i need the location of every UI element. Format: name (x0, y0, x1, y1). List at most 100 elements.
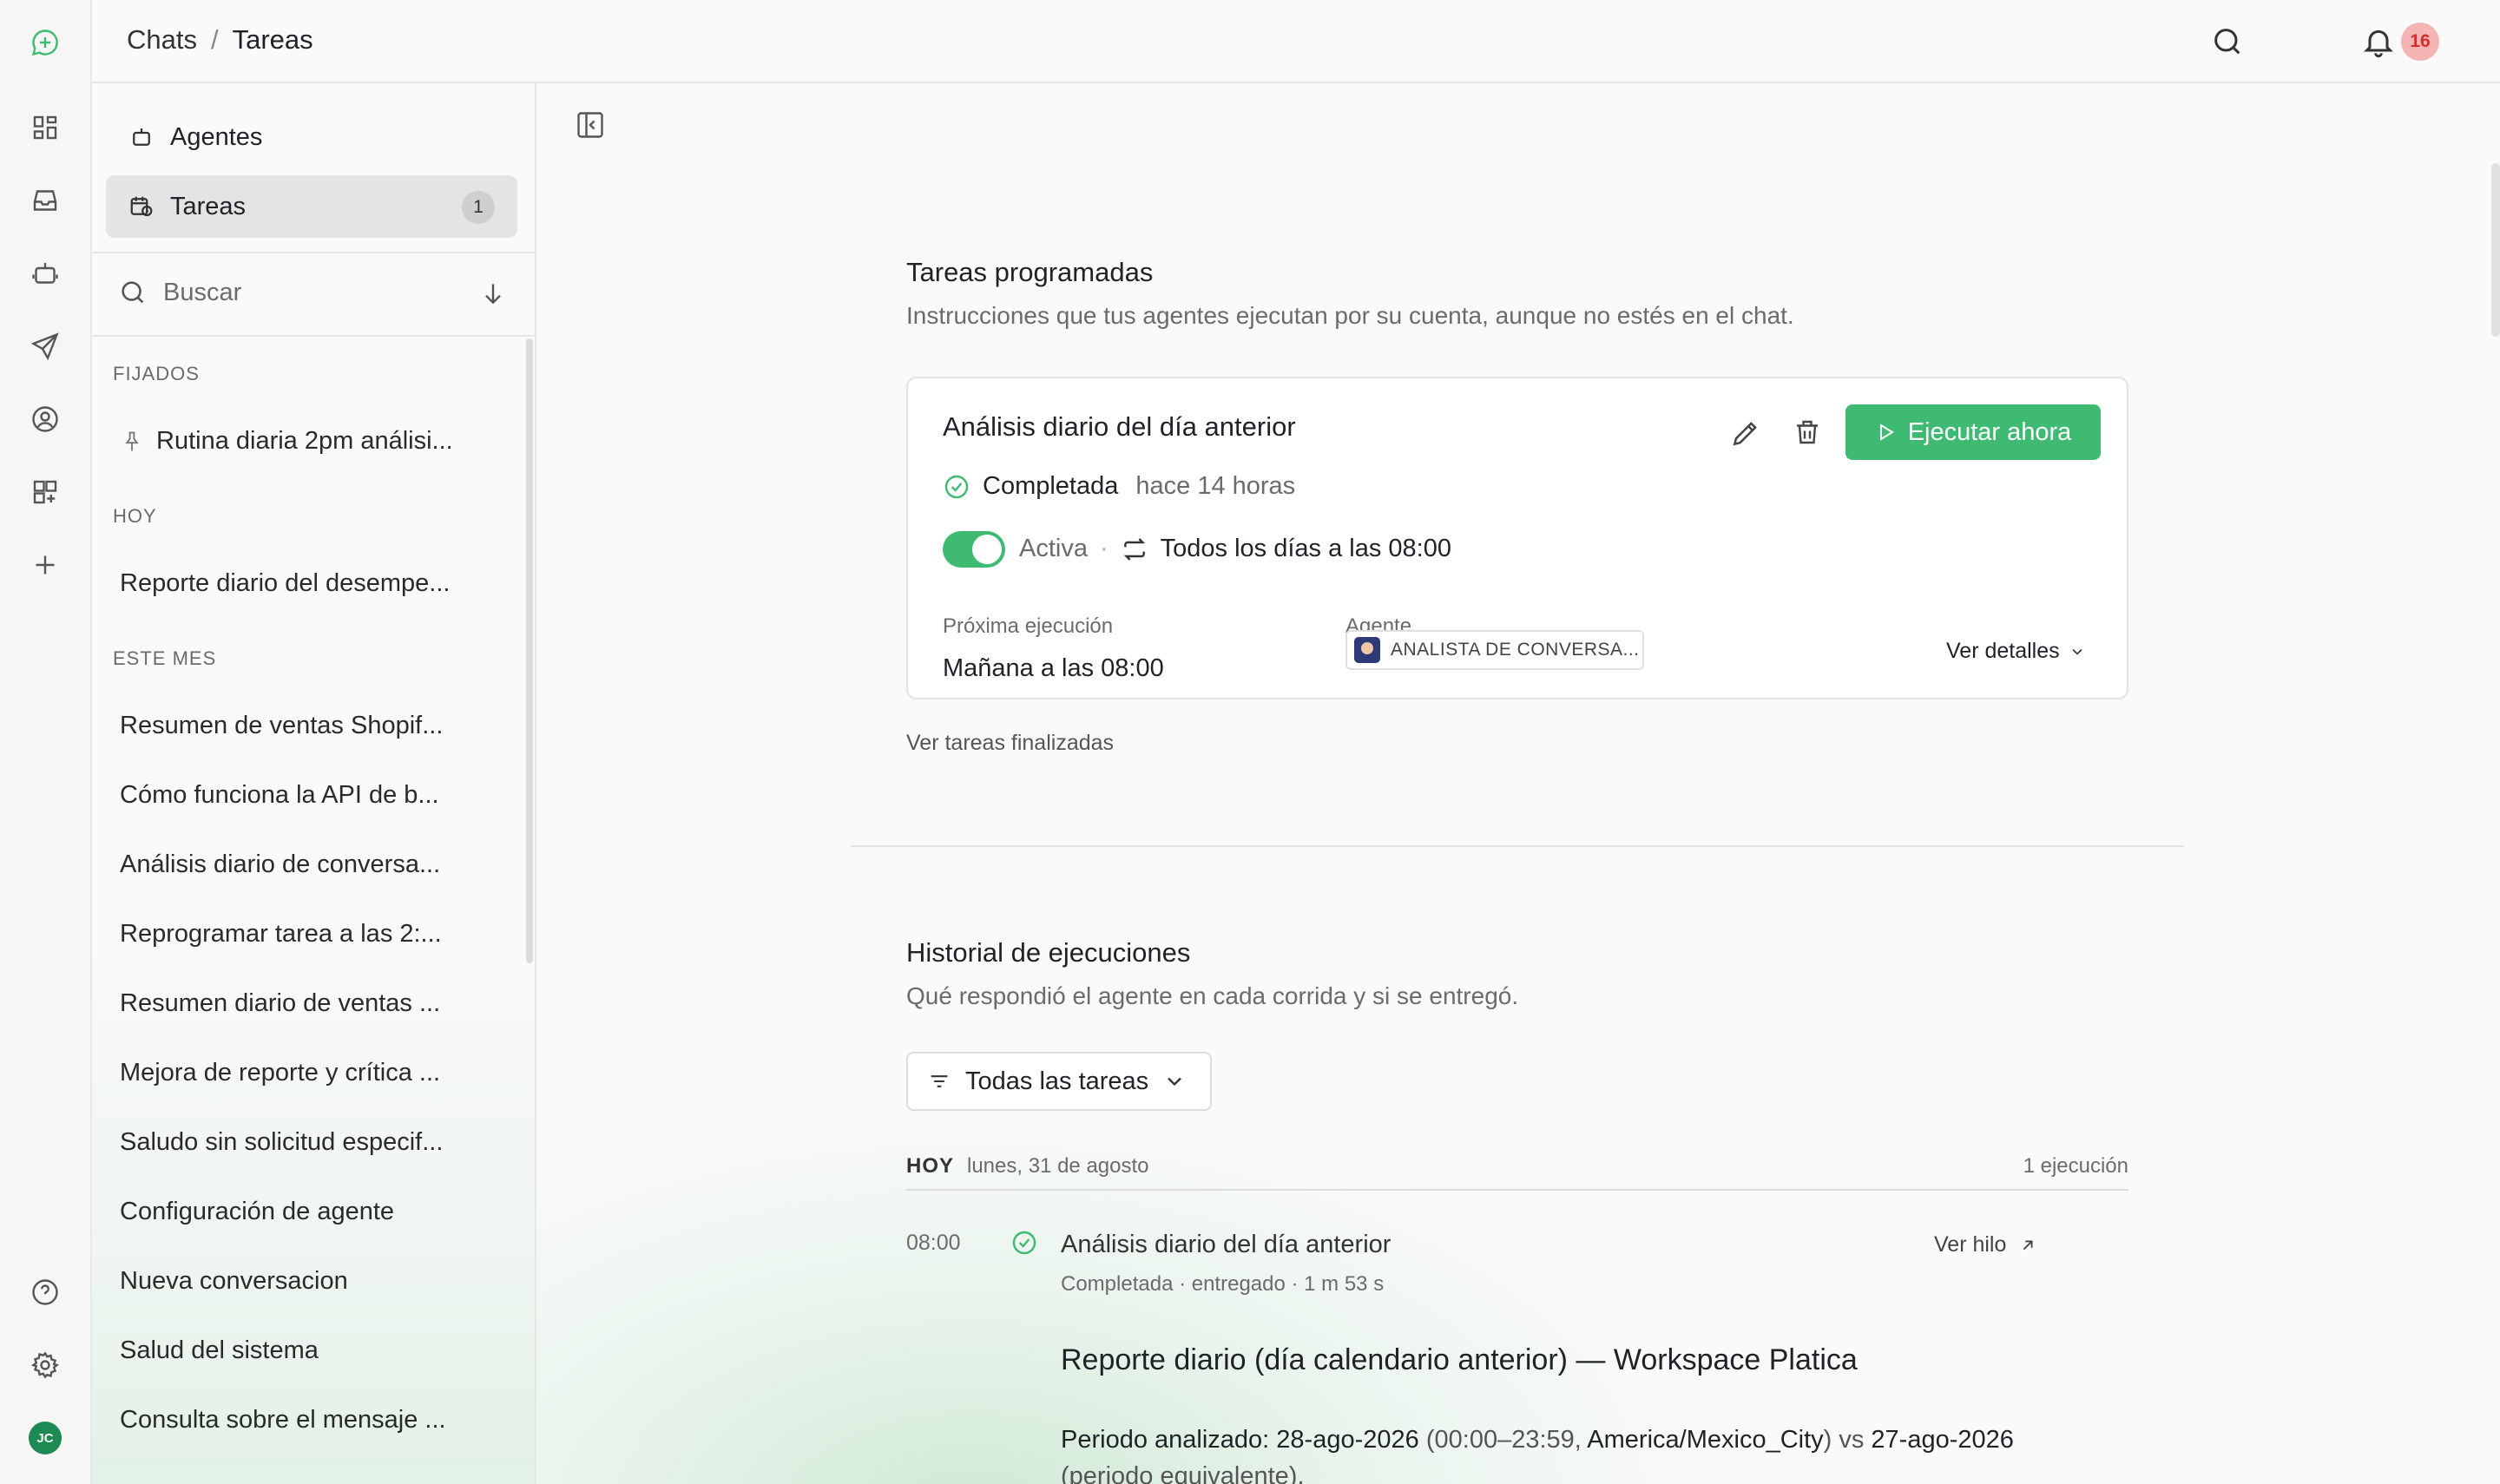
scheduled-title: Tareas programadas (906, 257, 1154, 287)
section-label-pinned: FIJADOS (113, 363, 200, 384)
active-toggle[interactable] (943, 531, 1005, 568)
task-title: Análisis diario del día anterior (943, 411, 1296, 442)
check-circle-icon (944, 475, 969, 498)
finished-tasks-link[interactable]: Ver tareas finalizadas (906, 731, 1114, 756)
search-icon[interactable] (2210, 24, 2245, 59)
run-meta: Completada · entregado · 1 m 53 s (1061, 1272, 1385, 1296)
period-date: 28-ago-2026 (1276, 1426, 1419, 1454)
sidebar-item-agentes[interactable]: Agentes (106, 106, 517, 168)
status-time: hace 14 horas (1135, 472, 1296, 500)
agent-chip[interactable]: ANALISTA DE CONVERSA... (1345, 630, 1644, 670)
sidebar-item-label: Tareas (170, 192, 247, 220)
chat-item[interactable]: Rutina diaria 2pm análisi... (120, 427, 453, 456)
bell-icon[interactable] (2361, 24, 2396, 59)
chat-item[interactable]: Resumen de ventas Shopif... (120, 712, 443, 740)
play-icon (1879, 424, 1894, 441)
contact-icon[interactable] (27, 401, 63, 437)
breadcrumb: Chats / Tareas (127, 24, 313, 56)
sidebar-item-label: Agentes (170, 122, 263, 151)
view-thread-label: Ver hilo (1934, 1232, 2007, 1257)
run-time: 08:00 (906, 1231, 961, 1255)
period-label: Periodo analizado: (1061, 1426, 1270, 1454)
section-label-today: HOY (113, 505, 157, 527)
breadcrumb-chats[interactable]: Chats (127, 24, 197, 56)
day-date: lunes, 31 de agosto (967, 1154, 1149, 1178)
main-scrollbar[interactable] (2491, 163, 2500, 337)
day-tag: HOY (906, 1154, 955, 1178)
history-title: Historial de ejecuciones (906, 937, 1191, 968)
search-icon (122, 281, 144, 304)
top-header: Chats / Tareas (92, 0, 2500, 83)
tareas-count-badge: 1 (462, 191, 495, 224)
settings-icon[interactable] (27, 1347, 63, 1383)
chat-item[interactable]: Reprogramar tarea a las 2:... (120, 920, 442, 949)
chat-item[interactable]: Saludo sin solicitud especif... (120, 1128, 443, 1157)
task-card: Análisis diario del día anterior Ejecuta… (906, 377, 2128, 699)
period-range: (00:00–23:59, (1425, 1426, 1582, 1454)
sidebar-item-tareas[interactable]: Tareas 1 (106, 175, 517, 238)
apps-add-icon[interactable] (27, 474, 63, 510)
section-label-month: ESTE MES (113, 647, 217, 669)
chat-item[interactable]: Cómo funciona la API de b... (120, 781, 439, 810)
logo-chat-icon[interactable] (27, 24, 63, 61)
breadcrumb-separator: / (210, 24, 219, 55)
chat-search-input[interactable]: Buscar (118, 269, 517, 316)
run-count: 1 ejecución (2023, 1154, 2128, 1178)
notification-badge[interactable]: 16 (2401, 23, 2439, 61)
plus-icon[interactable] (27, 547, 63, 583)
check-circle-icon (1012, 1231, 1036, 1255)
app-rail: JC (0, 0, 92, 1484)
separator-dot: · (1099, 535, 1109, 562)
chat-item[interactable]: Mejora de reporte y crítica ... (120, 1059, 440, 1087)
agent-avatar (1354, 637, 1380, 663)
sort-down-icon[interactable] (479, 279, 507, 307)
report-period: Periodo analizado: 28-ago-2026 (00:00–23… (1061, 1422, 2068, 1484)
main-content: Tareas programadas Instrucciones que tus… (536, 83, 2500, 1484)
run-now-button[interactable]: Ejecutar ahora (1845, 404, 2101, 460)
dashboard-icon[interactable] (27, 109, 63, 146)
chat-item[interactable]: Consulta sobre el mensaje ... (120, 1406, 446, 1435)
sidebar-scrollbar[interactable] (526, 338, 533, 963)
divider (92, 335, 535, 337)
send-icon[interactable] (27, 328, 63, 364)
user-avatar[interactable]: JC (29, 1422, 62, 1454)
view-thread-link[interactable]: Ver hilo (1934, 1232, 2037, 1257)
filter-label: Todas las tareas (965, 1067, 1149, 1095)
breadcrumb-tareas: Tareas (232, 24, 313, 55)
period-timezone: America/Mexico_City (1587, 1426, 1824, 1454)
bot-icon[interactable] (27, 255, 63, 292)
divider (92, 252, 535, 253)
sidebar: Agentes Tareas 1 Buscar FIJADOS Rutina d… (92, 83, 536, 1484)
divider (851, 845, 2184, 847)
period-equivalent: (periodo equivalente). (1061, 1462, 1305, 1484)
chat-item[interactable]: Resumen diario de ventas ... (120, 989, 440, 1018)
schedule-row: Activa · Todos los días a las 08:00 (1019, 535, 1451, 563)
chat-item-label: Rutina diaria 2pm análisi... (156, 427, 453, 455)
period-vs: ) vs (1823, 1426, 1865, 1454)
chat-item[interactable]: Análisis diario de conversa... (120, 850, 440, 879)
status-label: Completada (983, 472, 1119, 500)
chat-item[interactable]: Configuración de agente (120, 1198, 394, 1226)
agent-name: ANALISTA DE CONVERSA... (1391, 640, 1640, 660)
bot-icon (133, 128, 150, 146)
history-subtitle: Qué respondió el agente en cada corrida … (906, 982, 1519, 1009)
calendar-clock-icon (130, 196, 153, 217)
help-icon[interactable] (27, 1274, 63, 1310)
day-group-header: HOY lunes, 31 de agosto 1 ejecución (906, 1154, 2128, 1191)
chat-item[interactable]: Reporte diario del desempe... (120, 569, 450, 598)
run-now-label: Ejecutar ahora (1907, 417, 2072, 446)
arrow-up-right-icon (2023, 1240, 2033, 1250)
schedule-text: Todos los días a las 08:00 (1160, 535, 1451, 562)
chevron-down-icon (2072, 648, 2082, 655)
task-status: Completada hace 14 horas (943, 472, 1295, 501)
trash-icon[interactable] (1792, 417, 1823, 448)
period-compare-date: 27-ago-2026 (1871, 1426, 2014, 1454)
view-details-link[interactable]: Ver detalles (1946, 639, 2086, 664)
chat-item[interactable]: Salud del sistema (120, 1336, 319, 1365)
pin-icon (125, 431, 139, 450)
sidebar-collapse-icon[interactable] (575, 109, 606, 141)
task-filter-select[interactable]: Todas las tareas (906, 1052, 1212, 1111)
chat-item[interactable]: Nueva conversacion (120, 1267, 348, 1296)
edit-icon[interactable] (1729, 417, 1762, 450)
inbox-icon[interactable] (27, 182, 63, 219)
